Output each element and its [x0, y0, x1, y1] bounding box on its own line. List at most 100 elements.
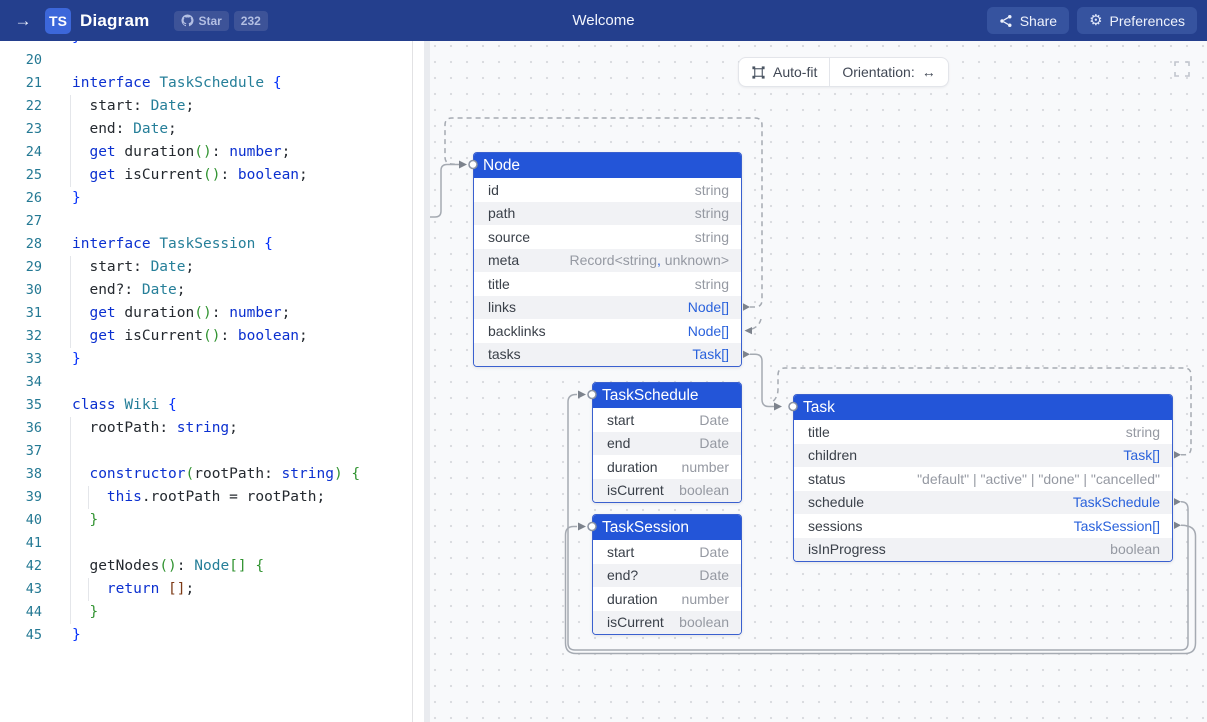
- entity-node[interactable]: NodeidstringpathstringsourcestringmetaRe…: [473, 152, 742, 367]
- entity-row[interactable]: sessionsTaskSession[]: [794, 514, 1172, 538]
- autofit-button[interactable]: Auto-fit: [739, 58, 829, 86]
- entity-header[interactable]: Task: [794, 395, 1172, 420]
- code-line[interactable]: 40 }: [0, 509, 412, 532]
- code-line[interactable]: 39 this.rootPath = rootPath;: [0, 486, 412, 509]
- entity-row[interactable]: titlestring: [794, 420, 1172, 444]
- fullscreen-button[interactable]: [1172, 59, 1192, 79]
- code-text: end?: Date;: [42, 279, 186, 302]
- code-text: [42, 371, 72, 394]
- line-number: 38: [0, 463, 42, 486]
- code-text: get duration(): number;: [42, 141, 290, 164]
- back-arrow-icon[interactable]: →: [10, 11, 36, 31]
- entity-row[interactable]: start Date: [593, 540, 741, 564]
- code-line[interactable]: 43 return [];: [0, 578, 412, 601]
- line-number: 33: [0, 348, 42, 371]
- diagram-canvas[interactable]: Auto-fit Orientation: ↔ Nodeidstringpath…: [430, 41, 1207, 722]
- entity-row[interactable]: isInProgressboolean: [794, 538, 1172, 562]
- code-line[interactable]: 21interface TaskSchedule {: [0, 72, 412, 95]
- property-type: Task[]: [692, 346, 729, 362]
- entity-row[interactable]: isCurrentboolean: [593, 611, 741, 635]
- entity-row[interactable]: status "default" | "active" | "done" | "c…: [794, 467, 1172, 491]
- property-name: source: [488, 229, 530, 245]
- code-line[interactable]: 33}: [0, 348, 412, 371]
- code-text: constructor(rootPath: string) {: [42, 463, 360, 486]
- code-line[interactable]: 38 constructor(rootPath: string) {: [0, 463, 412, 486]
- line-number: 39: [0, 486, 42, 509]
- entity-row[interactable]: scheduleTaskSchedule: [794, 491, 1172, 515]
- indent-guide: [70, 417, 71, 624]
- property-name: title: [488, 276, 510, 292]
- code-line[interactable]: 36 rootPath: string;: [0, 417, 412, 440]
- code-line[interactable]: 28interface TaskSession {: [0, 233, 412, 256]
- code-line[interactable]: 22 start: Date;: [0, 95, 412, 118]
- code-line[interactable]: 41: [0, 532, 412, 555]
- code-line[interactable]: 45}: [0, 624, 412, 647]
- entity-row[interactable]: titlestring: [474, 272, 741, 296]
- entity-task[interactable]: TasktitlestringchildrenTask[] status "defa…: [793, 394, 1173, 562]
- code-line[interactable]: 26}: [0, 187, 412, 210]
- code-line[interactable]: 23 end: Date;: [0, 118, 412, 141]
- entity-header[interactable]: TaskSchedule: [593, 383, 741, 408]
- code-line[interactable]: 25 get isCurrent(): boolean;: [0, 164, 412, 187]
- orientation-button[interactable]: Orientation: ↔: [830, 58, 947, 86]
- code-line[interactable]: 42 getNodes(): Node[] {: [0, 555, 412, 578]
- property-type: number: [682, 591, 729, 607]
- preferences-button[interactable]: ⚙ Preferences: [1077, 7, 1197, 34]
- code-lines[interactable]: 19}2021interface TaskSchedule {22 start:…: [0, 41, 412, 647]
- code-line[interactable]: 35class Wiki {: [0, 394, 412, 417]
- github-star-widget[interactable]: Star 232: [174, 11, 267, 31]
- entity-row[interactable]: backlinksNode[]: [474, 319, 741, 343]
- entity-row[interactable]: end?Date: [593, 564, 741, 588]
- github-star-button[interactable]: Star: [174, 11, 228, 31]
- code-line[interactable]: 30 end?: Date;: [0, 279, 412, 302]
- code-line[interactable]: 37: [0, 440, 412, 463]
- github-star-count[interactable]: 232: [234, 11, 268, 31]
- entity-row[interactable]: sourcestring: [474, 225, 741, 249]
- property-type: "default" | "active" | "done" | "cancell…: [917, 471, 1160, 487]
- property-type: Node[]: [688, 323, 729, 339]
- code-line[interactable]: 34: [0, 371, 412, 394]
- property-name: start: [607, 544, 634, 560]
- code-text: get isCurrent(): boolean;: [42, 325, 308, 348]
- entity-row[interactable]: metaRecord<string, unknown>: [474, 249, 741, 273]
- entity-row[interactable]: durationnumber: [593, 455, 741, 479]
- code-line[interactable]: 29 start: Date;: [0, 256, 412, 279]
- entity-row[interactable]: idstring: [474, 178, 741, 202]
- property-type: string: [695, 182, 729, 198]
- code-line[interactable]: 24 get duration(): number;: [0, 141, 412, 164]
- property-name: status: [808, 471, 845, 487]
- entity-row[interactable]: childrenTask[]: [794, 444, 1172, 468]
- diagram-edges: [430, 41, 1207, 722]
- entity-row[interactable]: linksNode[]: [474, 296, 741, 320]
- property-type: boolean: [1110, 541, 1160, 557]
- line-number: 30: [0, 279, 42, 302]
- entity-row[interactable]: startDate: [593, 408, 741, 432]
- entity-taskschedule[interactable]: TaskSchedulestartDateendDatedurationnumb…: [592, 382, 742, 503]
- share-button[interactable]: Share: [987, 7, 1069, 34]
- orientation-label: Orientation:: [842, 64, 914, 80]
- code-line[interactable]: 27: [0, 210, 412, 233]
- github-star-label: Star: [198, 14, 221, 28]
- entity-header[interactable]: Node: [474, 153, 741, 178]
- code-text: interface TaskSchedule {: [42, 72, 282, 95]
- entity-row[interactable]: pathstring: [474, 202, 741, 226]
- entity-tasksession[interactable]: TaskSession start Date end?Datedurationnumb…: [592, 514, 742, 635]
- entity-row[interactable]: isCurrentboolean: [593, 479, 741, 503]
- property-type: string: [1126, 424, 1160, 440]
- entity-row[interactable]: endDate: [593, 432, 741, 456]
- code-line[interactable]: 32 get isCurrent(): boolean;: [0, 325, 412, 348]
- property-type: Date: [699, 544, 729, 560]
- entity-header[interactable]: TaskSession: [593, 515, 741, 540]
- entity-row[interactable]: tasksTask[]: [474, 343, 741, 367]
- property-name: path: [488, 205, 515, 221]
- code-line[interactable]: 31 get duration(): number;: [0, 302, 412, 325]
- code-line[interactable]: 19}: [0, 41, 412, 49]
- property-type: Date: [699, 435, 729, 451]
- code-editor[interactable]: 19}2021interface TaskSchedule {22 start:…: [0, 41, 413, 722]
- code-line[interactable]: 20: [0, 49, 412, 72]
- code-text: [42, 210, 72, 233]
- property-name: isCurrent: [607, 614, 664, 630]
- code-line[interactable]: 44 }: [0, 601, 412, 624]
- entity-row[interactable]: durationnumber: [593, 587, 741, 611]
- property-name: end?: [607, 567, 638, 583]
